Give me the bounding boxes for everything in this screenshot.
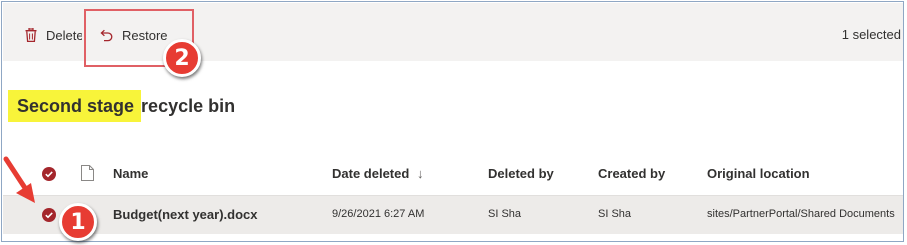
column-header-original-location[interactable]: Original location bbox=[707, 166, 810, 181]
page-title: Second stage recycle bin bbox=[8, 90, 236, 122]
row-deleted-by: SI Sha bbox=[488, 208, 522, 220]
row-file-name[interactable]: Budget(next year).docx bbox=[113, 207, 257, 222]
page-title-highlight: Second stage bbox=[8, 90, 142, 122]
page-title-rest: recycle bin bbox=[141, 96, 236, 116]
column-header-name[interactable]: Name bbox=[113, 166, 148, 181]
delete-label: Delete bbox=[46, 27, 82, 43]
annotation-arrow-icon bbox=[3, 156, 35, 203]
table-row[interactable]: Budget(next year).docx 9/26/2021 6:27 AM… bbox=[3, 195, 903, 234]
trash-icon bbox=[25, 28, 37, 42]
sort-descending-icon: ↓ bbox=[416, 166, 424, 181]
step-1-badge: 1 bbox=[59, 203, 97, 241]
column-header-deleted-by[interactable]: Deleted by bbox=[488, 166, 554, 181]
column-header-date-deleted[interactable]: Date deleted ↓ bbox=[332, 166, 423, 181]
row-date-deleted: 9/26/2021 6:27 AM bbox=[332, 208, 425, 220]
row-original-location: sites/PartnerPortal/Shared Documents bbox=[707, 208, 895, 220]
column-header-date-deleted-label: Date deleted bbox=[332, 166, 410, 181]
column-header-row: Name Date deleted ↓ Deleted by Created b… bbox=[3, 153, 903, 195]
row-created-by: SI Sha bbox=[598, 208, 632, 220]
selection-count: 1 selected bbox=[841, 27, 901, 42]
delete-button[interactable]: Delete bbox=[25, 23, 82, 47]
column-header-created-by[interactable]: Created by bbox=[598, 166, 665, 181]
step-2-badge: 2 bbox=[163, 39, 201, 77]
file-type-icon bbox=[81, 165, 94, 186]
